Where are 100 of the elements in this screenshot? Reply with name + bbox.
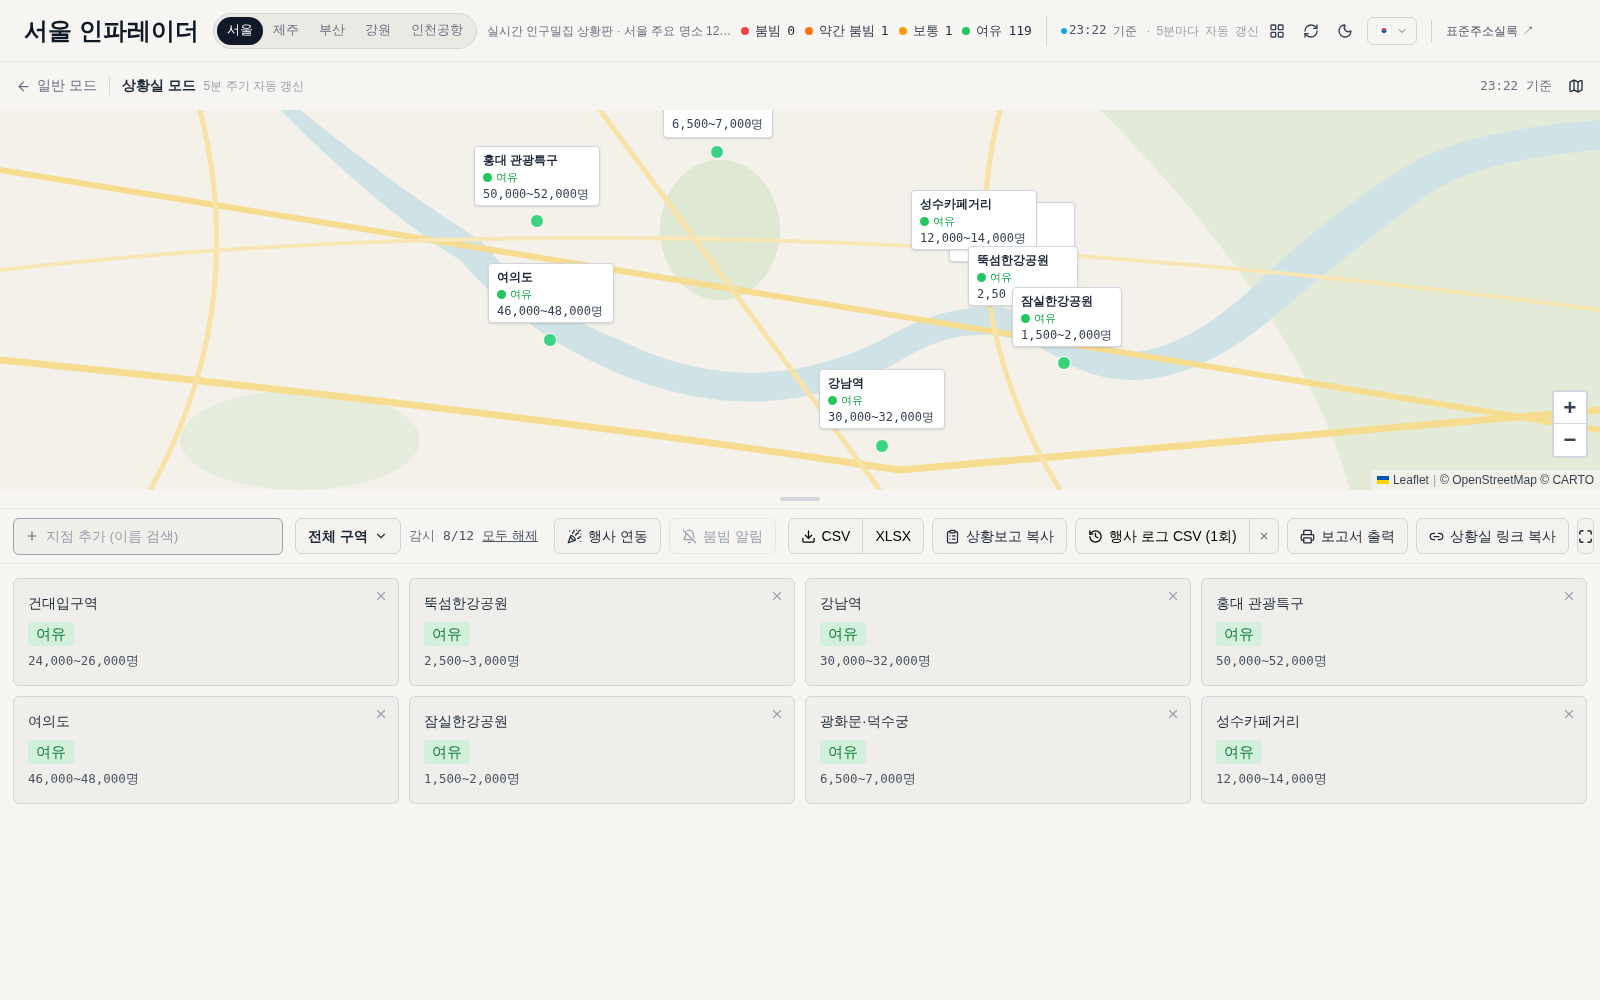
time-suffix: 기준 <box>1526 77 1552 95</box>
search-field[interactable]: 지점 추가 (이름 검색) <box>13 517 283 555</box>
popup-count: 50,000~52,000명 <box>483 186 589 203</box>
popup-status: 여유 <box>510 287 532 302</box>
card-title: 뚝섬한강공원 <box>424 594 508 613</box>
popup-count: 1,500~2,000명 <box>1021 327 1113 344</box>
status-badge: 여유 <box>820 622 866 646</box>
back-link[interactable]: 일반 모드 <box>16 75 97 97</box>
refresh-icon[interactable] <box>1303 22 1320 39</box>
region-tab[interactable]: 제주 <box>262 16 309 45</box>
history-icon <box>1088 528 1104 544</box>
card-count: 24,000~26,000명 <box>28 652 140 670</box>
popup-count: 46,000~48,000명 <box>497 303 603 320</box>
legend-label: 여유 <box>976 21 1003 40</box>
region-tab[interactable]: 강원 <box>354 16 401 45</box>
region-tab[interactable]: 인천공항 <box>400 16 473 45</box>
card-title: 성수카페거리 <box>1216 712 1300 731</box>
card-count: 2,500~3,000명 <box>424 652 521 670</box>
remove-button[interactable] <box>1166 707 1180 721</box>
popup-count: 30,000~32,000명 <box>828 409 934 426</box>
event-log-button[interactable]: 행사 로그 CSV (1회) <box>1076 519 1250 553</box>
watch-label: 감시 <box>408 527 435 546</box>
popup-status: 여유 <box>841 393 863 408</box>
ukraine-flag-icon <box>1376 476 1389 484</box>
region-tab[interactable]: 서울 <box>216 16 263 45</box>
close-icon <box>374 589 388 603</box>
csv-button[interactable]: CSV <box>788 519 864 553</box>
event-link-button[interactable]: 행사 연동 <box>553 518 661 554</box>
fullscreen-button[interactable] <box>1577 518 1595 554</box>
copy-link-button[interactable]: 상황실 링크 복사 <box>1416 518 1570 554</box>
xlsx-button[interactable]: XLSX <box>863 519 924 553</box>
popup-title: 여의도 <box>497 269 534 286</box>
download-icon <box>800 528 816 544</box>
card-count: 6,500~7,000명 <box>820 770 917 788</box>
time-suffix: 기준 <box>1112 22 1137 40</box>
popup-count: 12,000~14,000명 <box>920 230 1026 247</box>
refresh-note: 갱신 <box>1235 22 1260 40</box>
dark-mode-icon[interactable] <box>1337 22 1354 39</box>
status-badge: 여유 <box>820 740 866 764</box>
status-badge: 여유 <box>28 622 74 646</box>
map[interactable]: 6,500~7,000명 홍대 관광특구 여유 50,000~52,000명 여의도 여유 46,000~48,000명 성수카페거리 여유 12,000~14,000명 뚝섬한강공원 여유 2,50 잠실한강공원 여유 1,500~2,000명 강남역 여유 30,000~32,000명 + − Leaflet | © OpenStreetMap © CARTO <box>0 110 1600 490</box>
close-icon <box>770 707 784 721</box>
legend-count: 1 <box>944 21 953 40</box>
print-report-button[interactable]: 보고서 출력 <box>1287 518 1409 554</box>
remove-button[interactable] <box>1562 589 1576 603</box>
mode-title: 상황실 모드 <box>121 76 196 95</box>
remove-button[interactable] <box>1166 589 1180 603</box>
remove-button[interactable] <box>374 589 388 603</box>
clear-all-link[interactable]: 모두 해제 <box>482 526 538 546</box>
bell-off-icon <box>681 528 697 544</box>
refresh-note: 5분마다 <box>1156 22 1200 40</box>
resize-handle[interactable] <box>780 497 820 501</box>
popup-count: 6,500~7,000명 <box>672 116 764 133</box>
copy-report-button[interactable]: 상황보고 복사 <box>932 518 1068 554</box>
close-icon <box>1562 707 1576 721</box>
popup-title: 성수카페거리 <box>920 196 993 213</box>
map-icon[interactable] <box>1568 78 1584 94</box>
popup-title: 강남역 <box>828 375 865 392</box>
region-tab[interactable]: 부산 <box>308 16 355 45</box>
update-time: 23:22 <box>1480 76 1518 95</box>
fullscreen-icon <box>1578 528 1594 544</box>
legend-count: 0 <box>787 21 796 40</box>
korean-flag-icon <box>1376 25 1393 36</box>
card-count: 1,500~2,000명 <box>424 770 521 788</box>
legend-count: 1 <box>880 21 889 40</box>
external-link[interactable]: 표준주소실록 ↗ <box>1446 21 1534 40</box>
subtitle: 실시간 인구밀집 상황판 · 서울 주요 명소 12… <box>486 22 732 40</box>
printer-icon <box>1300 528 1316 544</box>
card-title: 강남역 <box>820 594 862 613</box>
status-badge: 여유 <box>424 740 470 764</box>
legend-label: 약간 붐빔 <box>819 21 875 40</box>
map-attribution: © OpenStreetMap © CARTO <box>1440 472 1594 489</box>
popup-title: 잠실한강공원 <box>1021 293 1094 310</box>
status-badge: 여유 <box>28 740 74 764</box>
card-count: 30,000~32,000명 <box>820 652 932 670</box>
popup-status: 여유 <box>1034 311 1056 326</box>
clipboard-icon <box>945 528 961 544</box>
legend-label: 붐빔 <box>755 21 782 40</box>
zoom-in-button[interactable]: + <box>1554 392 1586 424</box>
zone-select[interactable]: 전체 구역 <box>295 518 401 554</box>
status-badge: 여유 <box>1216 622 1262 646</box>
popup-title: 뚝섬한강공원 <box>977 252 1050 269</box>
remove-button[interactable] <box>770 589 784 603</box>
close-icon <box>1166 589 1180 603</box>
card-title: 잠실한강공원 <box>424 712 508 731</box>
leaflet-link[interactable]: Leaflet <box>1392 471 1429 489</box>
popup-status: 여유 <box>990 270 1012 285</box>
close-icon <box>770 589 784 603</box>
language-select[interactable] <box>1367 16 1418 45</box>
status-badge: 여유 <box>424 622 470 646</box>
card-title: 광화문·덕수궁 <box>820 712 909 731</box>
remove-button[interactable] <box>770 707 784 721</box>
remove-button[interactable] <box>1562 707 1576 721</box>
popup-status: 여유 <box>933 214 955 229</box>
close-icon <box>1166 707 1180 721</box>
zoom-out-button[interactable]: − <box>1554 424 1586 456</box>
close-button[interactable]: × <box>1249 519 1279 553</box>
grid-icon[interactable] <box>1269 22 1286 39</box>
popup-count: 2,50 <box>977 286 1006 303</box>
remove-button[interactable] <box>374 707 388 721</box>
